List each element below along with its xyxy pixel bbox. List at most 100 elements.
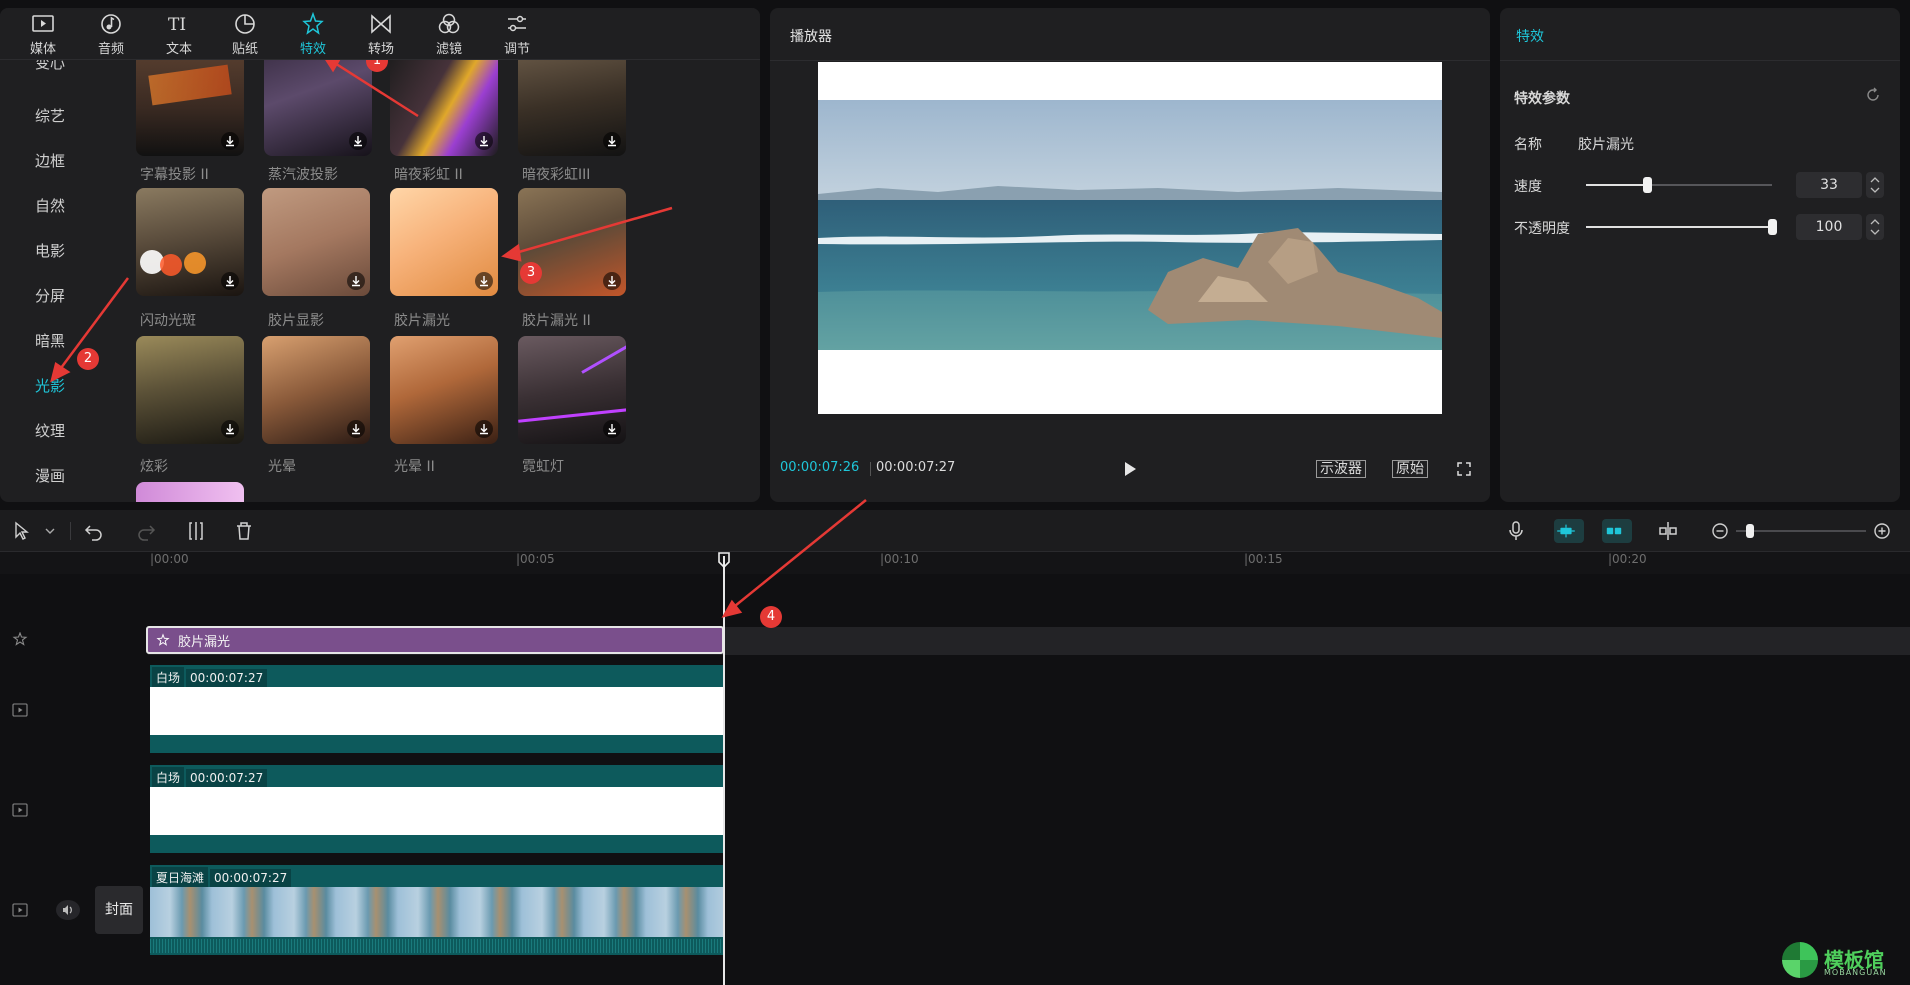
original-ratio-button[interactable]: 原始 [1392,460,1428,478]
download-icon[interactable] [349,132,367,150]
effect-track-icon[interactable] [12,632,28,646]
download-icon[interactable] [347,272,365,290]
speed-stepper[interactable] [1866,172,1884,198]
reset-button[interactable] [1864,86,1882,104]
zoom-slider-handle[interactable] [1746,524,1754,538]
clip-filmstrip [150,887,724,937]
video-clip[interactable]: 白场 00:00:07:27 [150,665,724,753]
speed-slider-handle[interactable] [1643,177,1652,193]
cursor-icon [15,521,29,540]
tab-audio[interactable]: 音频 [78,12,144,58]
scope-button[interactable]: 示波器 [1316,460,1366,478]
play-button[interactable] [1122,460,1138,478]
text-icon: TI [168,15,186,35]
undo-button[interactable] [82,519,106,543]
ruler-tick: |00:10 [880,552,919,566]
download-icon[interactable] [475,132,493,150]
tab-sticker[interactable]: 贴纸 [212,12,278,58]
category-item-active[interactable]: 光影 [0,375,100,396]
speed-input[interactable]: 33 [1796,172,1862,198]
fullscreen-icon [1457,462,1471,476]
tab-filter[interactable]: 滤镜 [416,12,482,58]
tab-media[interactable]: 媒体 [10,12,76,58]
download-icon[interactable] [221,132,239,150]
category-item[interactable]: 边框 [0,150,100,171]
download-icon[interactable] [603,420,621,438]
main-track-icon[interactable] [12,903,28,917]
video-clip[interactable]: 白场 00:00:07:27 [150,765,724,853]
auto-snap-toggle[interactable] [1554,519,1584,543]
link-toggle[interactable] [1602,519,1632,543]
zoom-in-icon [1874,523,1890,539]
step-badge: 2 [77,348,99,370]
redo-button[interactable] [134,519,158,543]
effect-clip[interactable]: 胶片漏光 [146,626,724,654]
download-icon[interactable] [475,272,493,290]
total-time: 00:00:07:27 [876,460,956,475]
category-item[interactable]: 电影 [0,240,100,261]
opacity-stepper[interactable] [1866,214,1884,240]
clip-duration: 00:00:07:27 [210,869,292,887]
category-item[interactable]: 漫画 [0,465,100,486]
delete-button[interactable] [232,519,256,543]
playhead-line[interactable] [723,556,725,985]
cover-button[interactable]: 封面 [95,886,143,934]
effect-label: 光晕 II [394,459,435,475]
select-tool-button[interactable] [10,519,34,543]
toolbar-divider [70,522,71,540]
category-item[interactable]: 变心 [0,60,100,73]
download-icon[interactable] [221,272,239,290]
category-item[interactable]: 分屏 [0,285,100,306]
tab-transition[interactable]: 转场 [348,12,414,58]
effect-thumb[interactable] [518,48,626,156]
main-video-clip[interactable]: 夏日海滩 00:00:07:27 [150,865,724,955]
category-item[interactable]: 纹理 [0,420,100,441]
clip-thumbnail [150,687,724,735]
zoom-slider-track[interactable] [1736,530,1866,532]
download-icon[interactable] [603,272,621,290]
fullscreen-button[interactable] [1456,461,1472,477]
zoom-in-button[interactable] [1870,519,1890,543]
download-icon[interactable] [603,132,621,150]
clip-name: 夏日海滩 [152,867,209,888]
mute-button[interactable] [56,900,80,920]
video-track-icon[interactable] [12,703,28,717]
category-item[interactable]: 综艺 [0,105,100,126]
tab-adjust[interactable]: 调节 [484,12,550,58]
video-track-icon[interactable] [12,803,28,817]
playhead-handle[interactable] [717,552,731,569]
effect-thumb[interactable] [136,188,244,296]
timeline-ruler[interactable]: |00:00 |00:05 |00:10 |00:15 |00:20 [0,552,1910,574]
tab-effects[interactable]: 特效 [280,12,346,58]
ruler-tick: |00:00 [150,552,189,566]
effect-thumb[interactable] [390,336,498,444]
filter-icon [438,13,460,34]
media-icon [32,15,54,32]
opacity-input[interactable]: 100 [1796,214,1862,240]
effect-label: 暗夜彩虹III [522,167,591,183]
category-item[interactable]: 自然 [0,195,100,216]
record-button[interactable] [1504,519,1528,543]
download-icon[interactable] [221,420,239,438]
stepper-arrows-icon [1870,219,1880,235]
download-icon[interactable] [475,420,493,438]
effect-thumb[interactable] [136,336,244,444]
effect-thumb[interactable] [136,48,244,156]
preview-axis-toggle[interactable] [1656,519,1680,543]
effect-thumb[interactable] [264,48,372,156]
tab-text[interactable]: TI 文本 [146,12,212,58]
download-icon[interactable] [347,420,365,438]
opacity-slider-handle[interactable] [1768,219,1777,235]
effect-thumb[interactable] [390,48,498,156]
effect-thumb[interactable] [518,336,626,444]
effect-thumb[interactable] [262,336,370,444]
asset-toolbar: 媒体 音频 TI 文本 贴纸 特效 转场 滤镜 调节 [0,8,760,60]
select-tool-dropdown[interactable] [38,519,55,543]
video-preview[interactable] [818,62,1442,414]
effect-thumb[interactable] [390,188,498,296]
effect-thumb[interactable] [262,188,370,296]
effect-thumb[interactable] [136,482,244,502]
split-button[interactable] [184,519,208,543]
zoom-out-button[interactable] [1708,519,1728,543]
effects-icon [302,12,324,35]
